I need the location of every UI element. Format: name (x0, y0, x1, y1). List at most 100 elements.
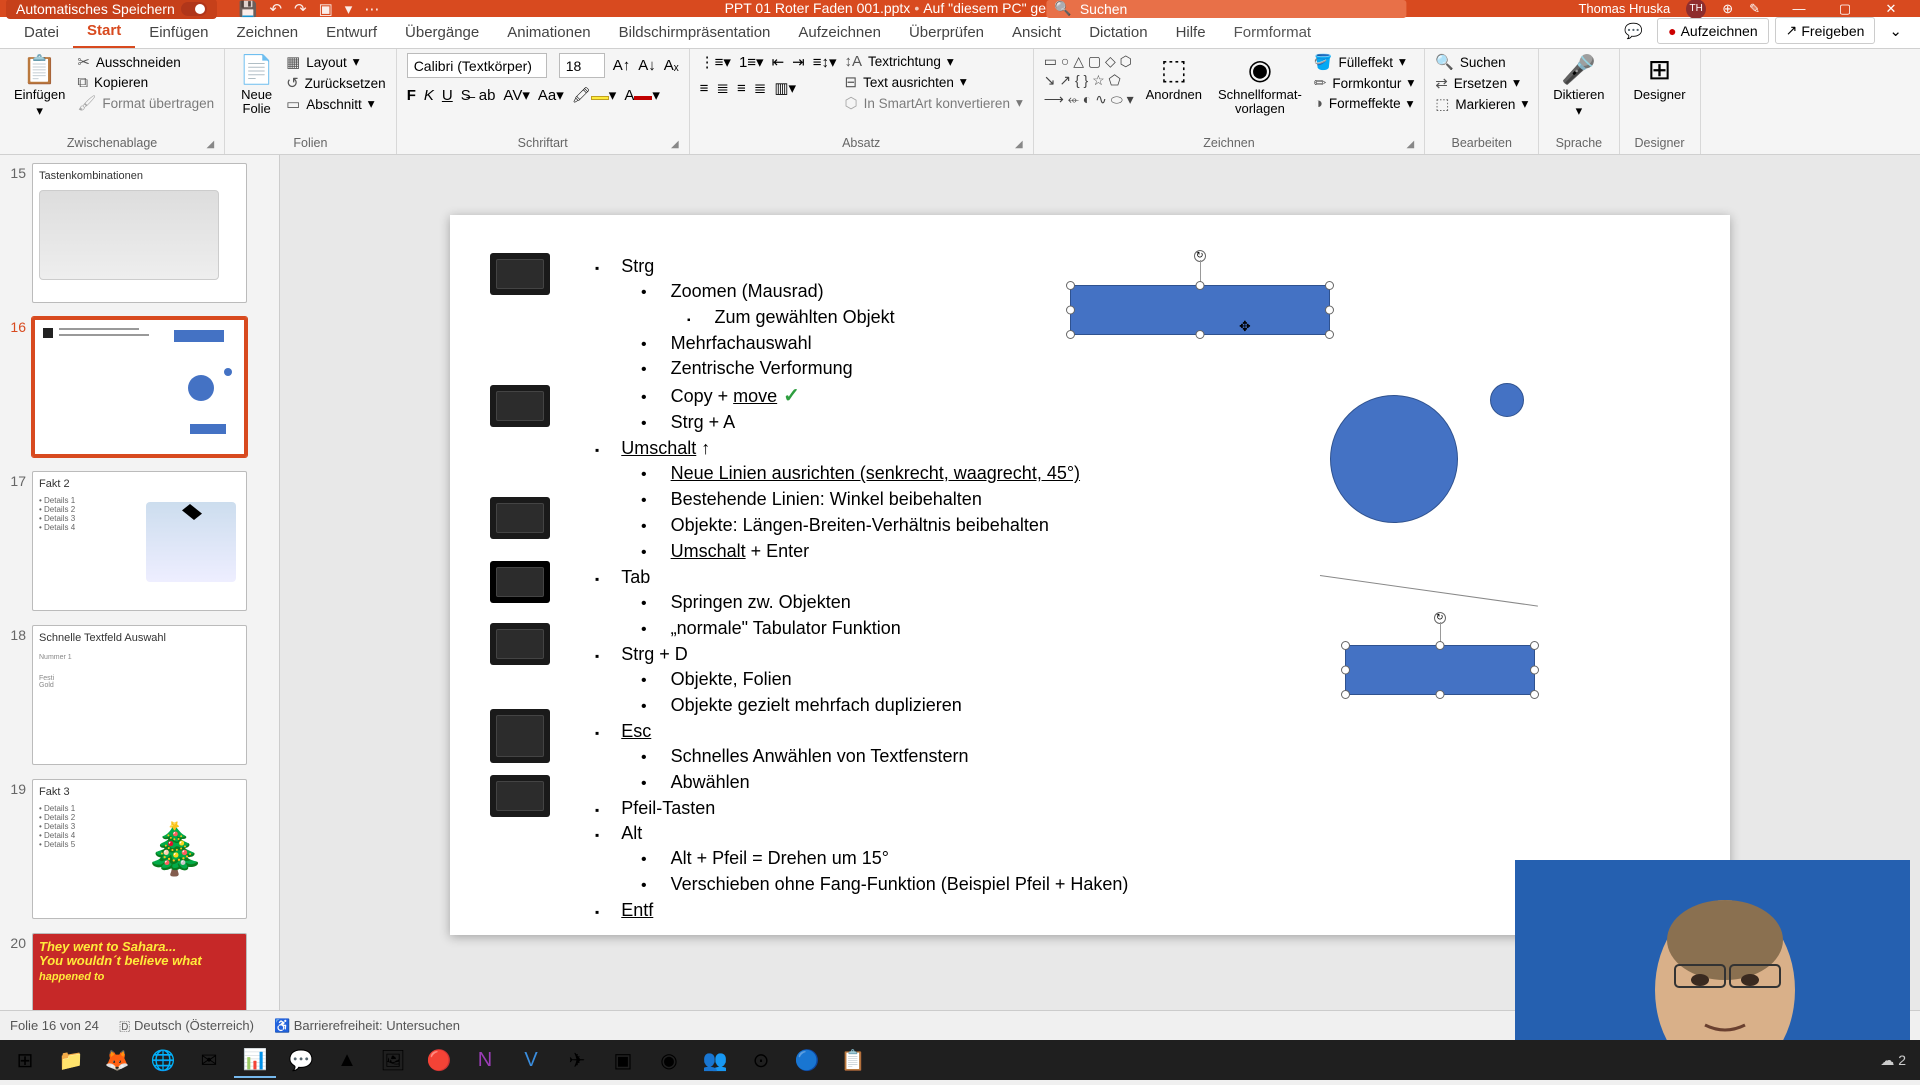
taskbar-powerpoint-icon[interactable]: 📊 (234, 1042, 276, 1078)
tab-uebergaenge[interactable]: Übergänge (391, 18, 493, 48)
align-center-icon[interactable]: ≣ (716, 79, 729, 97)
draw-icon[interactable]: ✎ (1749, 1, 1760, 17)
clear-format-icon[interactable]: Aₓ (664, 57, 679, 74)
thumbnail-16[interactable] (32, 317, 247, 457)
shape-rectangle-2[interactable] (1345, 645, 1535, 695)
quick-styles-button[interactable]: ◉Schnellformat- vorlagen (1214, 53, 1306, 118)
tray-weather[interactable]: ☁ 2 (1880, 1052, 1906, 1069)
minimize-button[interactable]: — (1776, 0, 1822, 17)
taskbar-app2-icon[interactable]: 🖼 (372, 1042, 414, 1078)
taskbar-app6-icon[interactable]: 👥 (694, 1042, 736, 1078)
layout-button[interactable]: ▦Layout ▾ (286, 53, 386, 71)
taskbar-vs-icon[interactable]: V (510, 1042, 552, 1078)
toggle-switch-icon[interactable] (181, 2, 207, 16)
maximize-button[interactable]: ▢ (1822, 0, 1868, 17)
taskbar-app5-icon[interactable]: ◉ (648, 1042, 690, 1078)
taskbar-firefox-icon[interactable]: 🦊 (96, 1042, 138, 1078)
share-button[interactable]: ↗Freigeben (1775, 17, 1876, 44)
indent-icon[interactable]: ⇥ (792, 53, 805, 71)
tab-bildschirm[interactable]: Bildschirmpräsentation (605, 18, 785, 48)
shape-line[interactable] (1320, 575, 1538, 607)
taskbar-app3-icon[interactable]: 🔴 (418, 1042, 460, 1078)
arrange-button[interactable]: ⬚Anordnen (1142, 53, 1206, 104)
dropdown-icon[interactable]: ▾ (345, 0, 353, 18)
shape-circle-small[interactable] (1490, 383, 1524, 417)
more-icon[interactable]: ⋯ (364, 0, 379, 18)
taskbar-outlook-icon[interactable]: ✉ (188, 1042, 230, 1078)
tab-datei[interactable]: Datei (10, 18, 73, 48)
accessibility-indicator[interactable]: ♿ Barrierefreiheit: Untersuchen (274, 1018, 460, 1034)
taskbar-app7-icon[interactable]: ⊙ (740, 1042, 782, 1078)
present-icon[interactable]: ▣ (319, 0, 333, 18)
format-painter-button[interactable]: 🖌Format übertragen (77, 94, 214, 112)
undo-icon[interactable]: ↶ (269, 0, 282, 18)
font-name-combo[interactable]: Calibri (Textkörper) (407, 53, 547, 78)
search-box[interactable]: 🔍 Suchen (1046, 0, 1406, 18)
taskbar-app9-icon[interactable]: 📋 (832, 1042, 874, 1078)
effects-button[interactable]: ◑Formeffekte ▾ (1314, 95, 1414, 112)
tab-start[interactable]: Start (73, 16, 135, 48)
case-button[interactable]: Aa▾ (538, 86, 564, 104)
save-icon[interactable]: 💾 (239, 0, 258, 18)
font-size-combo[interactable]: 18 (559, 53, 605, 78)
tab-dictation[interactable]: Dictation (1075, 18, 1161, 48)
outline-button[interactable]: ✏Formkontur ▾ (1314, 74, 1414, 92)
highlight-button[interactable]: 🖍▾ (572, 86, 617, 104)
tab-ueberpruefen[interactable]: Überprüfen (895, 18, 998, 48)
content-textbox[interactable]: StrgZoomen (Mausrad)Zum gewählten Objekt… (595, 255, 1128, 924)
smartart-button[interactable]: ⬡In SmartArt konvertieren ▾ (845, 94, 1023, 112)
tab-animationen[interactable]: Animationen (493, 18, 604, 48)
numbering-icon[interactable]: 1≡▾ (739, 53, 764, 71)
tab-ansicht[interactable]: Ansicht (998, 18, 1075, 48)
decrease-font-icon[interactable]: A↓ (638, 57, 656, 74)
tab-einfuegen[interactable]: Einfügen (135, 18, 222, 48)
reset-button[interactable]: ↺Zurücksetzen (286, 74, 386, 92)
start-button[interactable]: ⊞ (4, 1042, 46, 1078)
cut-button[interactable]: ✂Ausschneiden (77, 53, 214, 71)
language-indicator[interactable]: 🇩 Deutsch (Österreich) (119, 1018, 254, 1034)
thumbnail-17[interactable]: Fakt 2 • Details 1• Details 2• Details 3… (32, 471, 247, 611)
taskbar-app-icon[interactable]: 💬 (280, 1042, 322, 1078)
comments-icon[interactable]: 💬 (1616, 18, 1651, 44)
slide[interactable]: StrgZoomen (Mausrad)Zum gewählten Objekt… (450, 215, 1730, 935)
user-name[interactable]: Thomas Hruska (1578, 1, 1670, 16)
record-button[interactable]: ●Aufzeichnen (1657, 18, 1769, 44)
windows-taskbar[interactable]: ⊞ 📁 🦊 🌐 ✉ 📊 💬 ▲ 🖼 🔴 N V ✈ ▣ ◉ 👥 ⊙ 🔵 📋 ☁ … (0, 1040, 1920, 1080)
replace-button[interactable]: ⇄Ersetzen ▾ (1435, 74, 1528, 92)
taskbar-vlc-icon[interactable]: ▲ (326, 1042, 368, 1078)
section-button[interactable]: ▭Abschnitt ▾ (286, 95, 386, 113)
new-slide-button[interactable]: 📄Neue Folie (235, 53, 278, 118)
line-spacing-icon[interactable]: ≡↕▾ (813, 53, 837, 71)
shadow-button[interactable]: ab (479, 87, 496, 104)
tab-aufzeichnen[interactable]: Aufzeichnen (784, 18, 895, 48)
text-direction-button[interactable]: ↕ATextrichtung ▾ (845, 53, 1023, 70)
shapes-gallery[interactable]: ▭ ○ △ ▢ ◇ ⬡ ↘ ↗ { } ☆ ⬠ ⟶ ⬰ ◐ ∿ ⬭ ▾ (1044, 53, 1134, 108)
align-right-icon[interactable]: ≡ (737, 80, 746, 97)
align-left-icon[interactable]: ≡ (700, 80, 709, 97)
thumbnail-18[interactable]: Schnelle Textfeld Auswahl Nummer 1 Festi… (32, 625, 247, 765)
font-color-button[interactable]: A▾ (624, 86, 660, 104)
select-button[interactable]: ⬚Markieren ▾ (1435, 95, 1528, 113)
thumbnail-15[interactable]: Tastenkombinationen (32, 163, 247, 303)
collapse-ribbon-icon[interactable]: ⌄ (1881, 18, 1910, 44)
close-button[interactable]: ✕ (1868, 0, 1914, 17)
copy-button[interactable]: ⧉Kopieren (77, 74, 214, 91)
increase-font-icon[interactable]: A↑ (613, 57, 631, 74)
taskbar-chrome-icon[interactable]: 🌐 (142, 1042, 184, 1078)
columns-icon[interactable]: ▥▾ (774, 79, 796, 97)
underline-button[interactable]: U (442, 87, 453, 104)
thumbnail-panel[interactable]: 15 Tastenkombinationen 16 17 Fakt 2 • De… (0, 155, 280, 1010)
tab-zeichnen[interactable]: Zeichnen (222, 18, 312, 48)
taskbar-app8-icon[interactable]: 🔵 (786, 1042, 828, 1078)
find-button[interactable]: 🔍Suchen (1435, 53, 1528, 71)
taskbar-app4-icon[interactable]: ▣ (602, 1042, 644, 1078)
tab-hilfe[interactable]: Hilfe (1162, 18, 1220, 48)
tab-formformat[interactable]: Formformat (1220, 18, 1326, 48)
shape-circle-large[interactable] (1330, 395, 1458, 523)
tab-entwurf[interactable]: Entwurf (312, 18, 391, 48)
align-text-button[interactable]: ⊟Text ausrichten ▾ (845, 73, 1023, 91)
bold-button[interactable]: F (407, 87, 416, 104)
italic-button[interactable]: K (424, 87, 434, 104)
shape-rectangle-1[interactable]: ✥ (1070, 285, 1330, 335)
thumbnail-20[interactable]: They went to Sahara...You wouldn´t belie… (32, 933, 247, 1010)
